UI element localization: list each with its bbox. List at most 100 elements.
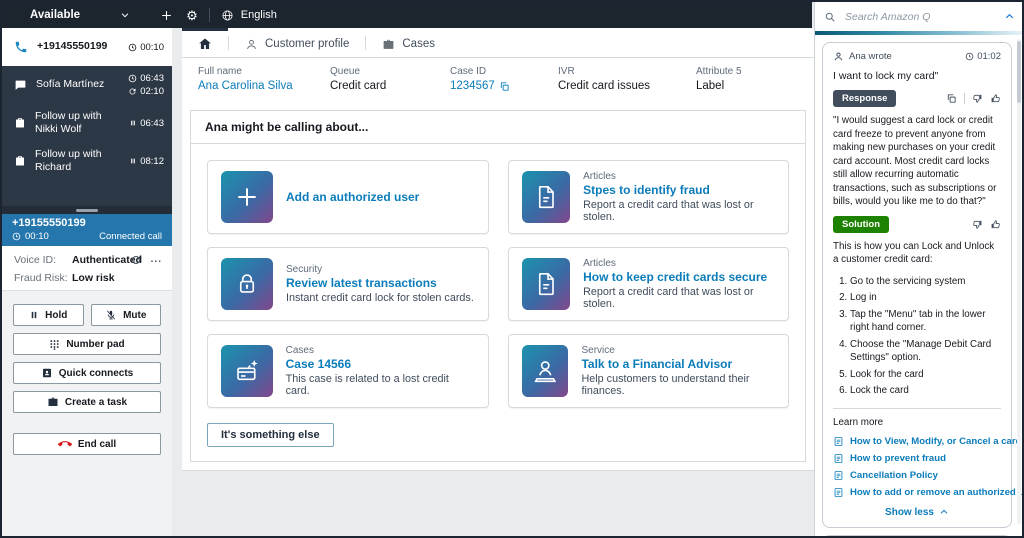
response-badge[interactable]: Response: [833, 90, 897, 107]
contact-label: Sofía Martínez: [36, 78, 105, 91]
copy-icon[interactable]: [946, 93, 957, 104]
agent-workspace: Available ⚙ English +19145550199 00:10 S…: [0, 0, 1024, 538]
card-case-14566[interactable]: Cases Case 14566 This case is related to…: [207, 334, 489, 408]
learn-more-link[interactable]: Cancellation Policy: [833, 470, 1001, 481]
card-financial-advisor[interactable]: Service Talk to a Financial Advisor Help…: [507, 334, 789, 408]
response-text: "I would suggest a card lock or credit c…: [833, 115, 997, 208]
card-title: Case 14566: [285, 357, 352, 371]
card-title: Review latest transactions: [286, 276, 437, 290]
refresh-icon[interactable]: [130, 254, 142, 266]
collapse-panel-icon[interactable]: [1004, 11, 1015, 22]
amazon-q-search: [815, 2, 1022, 31]
hold-button[interactable]: Hold: [13, 304, 84, 326]
contact-item-task[interactable]: Follow up with Nikki Wolf 06:43: [2, 104, 172, 142]
quick-connects-button[interactable]: Quick connects: [13, 362, 161, 384]
panel-resize-handle[interactable]: [2, 206, 172, 214]
learn-more-link[interactable]: How to prevent fraud: [833, 453, 1001, 464]
field-full-name: Full name Ana Carolina Silva: [198, 66, 330, 92]
person-icon: [834, 52, 843, 61]
contact-item-chat[interactable]: Sofía Martínez 06:43 02:10: [2, 66, 172, 104]
add-icon[interactable]: [160, 9, 173, 22]
contact-item-task[interactable]: Follow up with Richard 08:12: [2, 142, 172, 180]
number-pad-label: Number pad: [66, 338, 125, 350]
card-title: How to keep credit cards secure: [583, 270, 768, 284]
mic-muted-icon: [107, 310, 116, 320]
contact-duration: 06:43: [140, 73, 164, 84]
contact-label: Follow up with Nikki Wolf: [35, 109, 102, 135]
solution-intro: This is how you can Lock and Unlock a cu…: [833, 240, 995, 266]
search-icon: [825, 12, 835, 22]
solution-badge[interactable]: Solution: [833, 215, 889, 233]
learn-more-link[interactable]: How to View, Modify, or Cancel a card: [833, 436, 1021, 447]
clock-icon: [12, 232, 21, 241]
link-label: How to View, Modify, or Cancel a card: [850, 435, 1022, 447]
mute-button[interactable]: Mute: [90, 304, 161, 326]
end-call-button[interactable]: End call: [13, 433, 161, 455]
learn-more-link[interactable]: How to add or remove an authorized user: [833, 487, 1022, 498]
card-category: Articles: [583, 171, 616, 182]
its-something-else-button[interactable]: It's something else: [207, 423, 334, 447]
contact-label: Follow up with Richard: [35, 147, 102, 173]
gear-icon[interactable]: ⚙: [186, 9, 198, 22]
contact-times: 06:43: [129, 118, 164, 129]
full-name-link[interactable]: Ana Carolina Silva: [198, 80, 293, 92]
call-duration: 00:10: [25, 231, 49, 242]
solution-step: Log in: [850, 291, 1001, 305]
card-description: Report a credit card that was lost or st…: [583, 286, 754, 310]
pause-icon: [131, 120, 136, 126]
contact-item-voice[interactable]: +19145550199 00:10: [2, 28, 172, 66]
card-title: Stpes to identify fraud: [583, 183, 710, 197]
card-steps-identify-fraud[interactable]: Articles Stpes to identify fraud Report …: [507, 160, 789, 234]
show-less-label: Show less: [885, 506, 934, 518]
connected-call-banner: +19155550199 00:10 Connected call: [2, 214, 172, 246]
utterance-text: I want to lock my card": [833, 70, 939, 82]
tab-bar: Customer profile Cases: [182, 28, 814, 58]
thumbs-up-icon[interactable]: [990, 93, 1001, 104]
language-selector[interactable]: English: [221, 9, 277, 22]
contact-duration: 06:43: [140, 117, 164, 129]
hold-label: Hold: [45, 309, 68, 321]
card-title: Add an authorized user: [286, 190, 420, 204]
copy-icon[interactable]: [499, 81, 510, 92]
thumbs-down-icon[interactable]: [972, 93, 983, 104]
tab-home[interactable]: [182, 28, 228, 57]
chevron-down-icon: [121, 13, 129, 18]
card-add-authorized-user[interactable]: Add an authorized user: [207, 160, 489, 234]
plus-icon: [238, 188, 256, 206]
more-menu-icon[interactable]: ...: [151, 255, 162, 265]
agent-status-dropdown[interactable]: Available: [30, 9, 130, 21]
pause-icon: [31, 311, 37, 319]
tab-cases[interactable]: Cases: [366, 28, 451, 57]
card-description: This case is related to a lost credit ca…: [285, 373, 449, 397]
voice-id-label: Voice ID:: [14, 254, 57, 266]
create-task-button[interactable]: Create a task: [13, 391, 161, 413]
field-label: Attribute 5: [696, 66, 742, 77]
amazon-q-feed: Ana wrote 01:02 I want to lock my card" …: [815, 35, 1022, 536]
thumbs-down-icon[interactable]: [972, 219, 983, 230]
show-less-button[interactable]: Show less: [833, 507, 1001, 518]
field-ivr: IVR Credit card issues: [558, 66, 696, 92]
contact-duration: 08:12: [140, 155, 164, 167]
call-number: +19155550199: [12, 217, 86, 229]
fraud-risk-label: Fraud Risk:: [14, 272, 68, 284]
tab-customer-profile[interactable]: Customer profile: [229, 28, 365, 57]
card-keep-cards-secure[interactable]: Articles How to keep credit cards secure…: [507, 247, 789, 321]
scrollbar-thumb[interactable]: [1017, 41, 1021, 103]
case-id-link[interactable]: 1234567: [450, 80, 495, 92]
amazon-q-search-input[interactable]: [843, 9, 997, 24]
gradient-tile: [221, 258, 273, 310]
card-review-transactions[interactable]: Security Review latest transactions Inst…: [207, 247, 489, 321]
card-description: Instant credit card lock for stolen card…: [286, 292, 474, 304]
card-category: Security: [286, 264, 323, 275]
card-description: Report a credit card that was lost or st…: [583, 199, 754, 223]
chat-icon: [15, 80, 26, 90]
task-icon: [16, 156, 24, 166]
contact-times: 06:43 02:10: [128, 73, 164, 97]
solution-step: Tap the "Menu" tab in the lower right ha…: [850, 308, 1001, 335]
number-pad-button[interactable]: Number pad: [13, 333, 161, 355]
card-category: Cases: [285, 345, 314, 356]
task-icon: [16, 118, 24, 128]
thumbs-up-icon[interactable]: [990, 219, 1001, 230]
field-attribute-5: Attribute 5 Label: [696, 66, 798, 92]
gradient-tile: [521, 345, 569, 397]
